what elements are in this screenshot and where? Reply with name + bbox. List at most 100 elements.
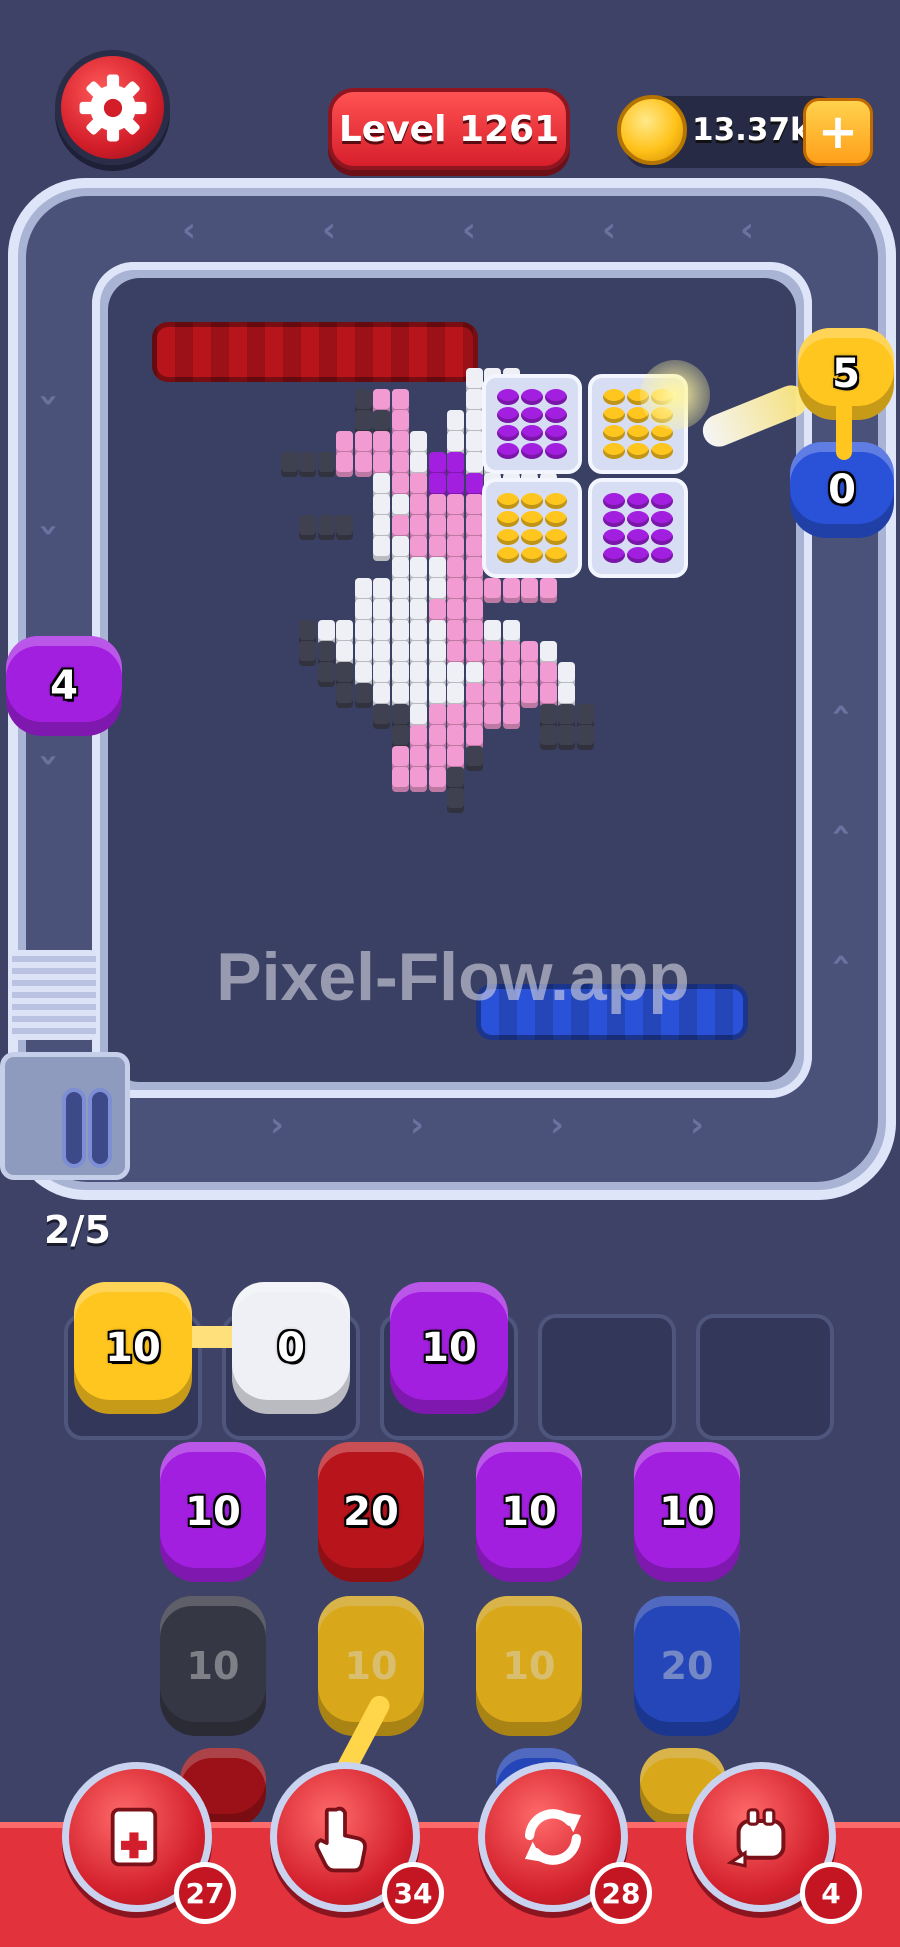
bean xyxy=(651,493,673,509)
pixel-block xyxy=(539,578,557,603)
pixel-block xyxy=(299,452,316,477)
hand-pick-icon xyxy=(314,1806,367,1873)
shooter-count: 10 xyxy=(502,1644,556,1688)
add-slot-icon xyxy=(110,1807,158,1867)
grid-shooter-purple[interactable]: 10 xyxy=(476,1442,582,1582)
bean xyxy=(545,443,567,459)
pixel-block xyxy=(502,578,520,603)
bean xyxy=(545,511,567,527)
pixel-block xyxy=(280,452,298,477)
shooter-count: 10 xyxy=(186,1644,240,1688)
bean xyxy=(627,425,649,441)
bean xyxy=(603,443,625,459)
bean xyxy=(651,547,673,563)
bean xyxy=(627,529,649,545)
dispenser-roller xyxy=(62,1088,86,1168)
bean xyxy=(521,407,543,423)
pixel-block xyxy=(539,725,557,750)
shooter-count: 5 xyxy=(832,351,860,397)
chevron-right-icon: › xyxy=(690,1105,705,1145)
shooter-count: 10 xyxy=(501,1489,557,1535)
bean xyxy=(651,529,673,545)
pixel-block xyxy=(502,704,520,729)
queued-shooter-white[interactable]: 0 xyxy=(232,1282,350,1414)
bean xyxy=(521,529,543,545)
impact-glow xyxy=(640,360,710,430)
bean xyxy=(521,389,543,405)
chevron-right-icon: › xyxy=(410,1105,425,1145)
pixel-block xyxy=(317,662,335,687)
bean xyxy=(545,425,567,441)
chevron-right-icon: › xyxy=(270,1105,285,1145)
pixel-block xyxy=(521,578,538,603)
bean xyxy=(497,389,519,405)
pixel-block xyxy=(336,515,353,540)
shooter-count: 20 xyxy=(660,1644,714,1688)
bean xyxy=(497,511,519,527)
bean xyxy=(603,547,625,563)
grid-shooter-gray: 10 xyxy=(160,1596,266,1736)
bean xyxy=(651,511,673,527)
pixel-art-puzzle xyxy=(0,0,900,1000)
bean xyxy=(627,547,649,563)
shooter-count: 0 xyxy=(828,467,856,513)
grid-shooter-purple[interactable]: 10 xyxy=(634,1442,740,1582)
bean xyxy=(521,443,543,459)
bean xyxy=(497,493,519,509)
pixel-block xyxy=(354,452,372,477)
train-icon xyxy=(726,1808,786,1868)
shooter-count: 10 xyxy=(185,1489,241,1535)
pixel-block xyxy=(558,725,575,750)
pixel-block xyxy=(410,767,427,792)
shooter-count: 0 xyxy=(277,1325,305,1371)
bean xyxy=(497,407,519,423)
bean xyxy=(497,547,519,563)
yellow-bean-box xyxy=(482,478,582,578)
pixel-block xyxy=(484,704,501,729)
dispenser-roller xyxy=(88,1088,112,1168)
track-shooter-purple: 4 xyxy=(6,636,122,736)
pixel-block xyxy=(354,683,372,708)
purple-bean-box xyxy=(482,374,582,474)
pixel-block xyxy=(576,725,594,750)
pixel-block xyxy=(447,788,464,813)
queue-slot[interactable] xyxy=(538,1314,676,1440)
queue-slot[interactable] xyxy=(696,1314,834,1440)
bean xyxy=(545,547,567,563)
hand-pick-count: 34 xyxy=(382,1862,444,1924)
bean xyxy=(497,425,519,441)
bean xyxy=(603,425,625,441)
shooter-count: 10 xyxy=(421,1325,477,1371)
shuffle-icon xyxy=(524,1809,582,1865)
grid-shooter-red[interactable]: 20 xyxy=(318,1442,424,1582)
pixel-block xyxy=(484,578,501,603)
queued-shooter-purple[interactable]: 10 xyxy=(390,1282,508,1414)
shooter-count: 20 xyxy=(343,1489,399,1535)
bean xyxy=(545,529,567,545)
bean xyxy=(545,407,567,423)
pixel-block xyxy=(373,536,390,561)
pixel-block xyxy=(391,767,409,792)
chevron-right-icon: › xyxy=(550,1105,565,1145)
pixel-block xyxy=(336,683,353,708)
bean xyxy=(545,389,567,405)
bean xyxy=(627,493,649,509)
bean xyxy=(603,407,625,423)
bean xyxy=(497,529,519,545)
shuffle-count: 28 xyxy=(590,1862,652,1924)
queued-shooter-yellow[interactable]: 10 xyxy=(74,1282,192,1414)
grid-shooter-purple[interactable]: 10 xyxy=(160,1442,266,1582)
grid-shooter-blue: 20 xyxy=(634,1596,740,1736)
bean xyxy=(545,493,567,509)
add-slot-count: 27 xyxy=(174,1862,236,1924)
bean xyxy=(651,443,673,459)
bean xyxy=(521,547,543,563)
grid-shooter-yellow: 10 xyxy=(476,1596,582,1736)
bean xyxy=(521,493,543,509)
bean xyxy=(521,511,543,527)
train-count: 4 xyxy=(800,1862,862,1924)
pixel-block xyxy=(428,767,446,792)
bean xyxy=(603,493,625,509)
shooter-link xyxy=(836,400,852,460)
watermark: Pixel-Flow.app xyxy=(216,939,690,1015)
